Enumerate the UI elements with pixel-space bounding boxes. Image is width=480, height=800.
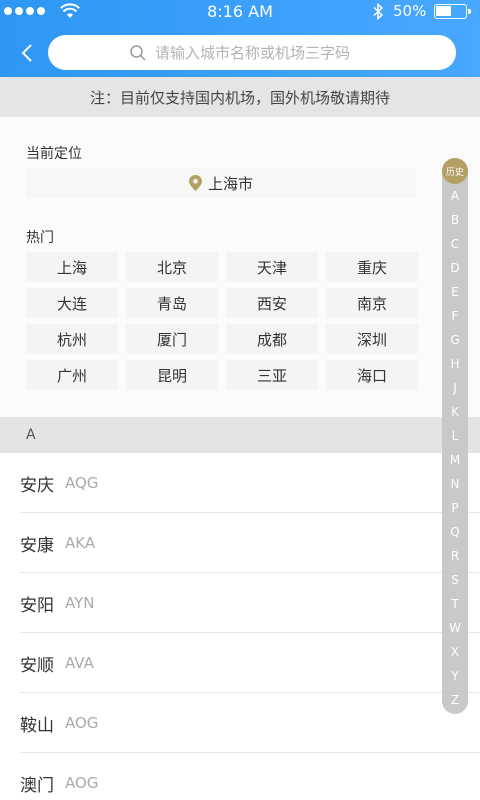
airport-name: 安康 xyxy=(20,535,54,556)
hot-city-button[interactable]: 海口 xyxy=(326,360,418,390)
hot-city-button[interactable]: 重庆 xyxy=(326,252,418,282)
hot-city-button[interactable]: 西安 xyxy=(226,288,318,318)
index-letter[interactable]: F xyxy=(442,304,468,328)
header-bar: 8:16 AM 50% xyxy=(0,0,480,77)
index-letter[interactable]: W xyxy=(442,616,468,640)
airport-name: 安顺 xyxy=(20,655,54,676)
group-header-a: A xyxy=(0,417,480,453)
hot-city-button[interactable]: 南京 xyxy=(326,288,418,318)
hot-city-button[interactable]: 昆明 xyxy=(126,360,218,390)
status-bar: 8:16 AM 50% xyxy=(0,0,480,24)
index-letter[interactable]: E xyxy=(442,280,468,304)
index-letter[interactable]: H xyxy=(442,352,468,376)
airport-row[interactable]: 安康 AKA xyxy=(0,513,480,573)
search-box[interactable] xyxy=(48,35,456,70)
airport-row[interactable]: 安阳 AYN xyxy=(0,573,480,633)
index-letter[interactable]: K xyxy=(442,400,468,424)
hot-city-button[interactable]: 上海 xyxy=(26,252,118,282)
index-letter[interactable]: G xyxy=(442,328,468,352)
hot-city-button[interactable]: 大连 xyxy=(26,288,118,318)
airport-code: AOG xyxy=(65,714,99,732)
airport-name: 安阳 xyxy=(20,595,54,616)
index-letter[interactable]: A xyxy=(442,184,468,208)
index-letter[interactable]: X xyxy=(442,640,468,664)
index-letter[interactable]: Q xyxy=(442,520,468,544)
index-letter[interactable]: M xyxy=(442,448,468,472)
hot-city-button[interactable]: 广州 xyxy=(26,360,118,390)
airport-code: AOG xyxy=(65,774,99,792)
index-history-button[interactable]: 历史 xyxy=(442,158,468,184)
current-location-button[interactable]: 上海市 xyxy=(26,168,416,198)
notice-banner: 注：目前仅支持国内机场，国外机场敬请期待 xyxy=(0,77,480,117)
airport-code: AQG xyxy=(65,474,99,492)
hot-city-button[interactable]: 成都 xyxy=(226,324,318,354)
hot-city-button[interactable]: 厦门 xyxy=(126,324,218,354)
index-letter[interactable]: L xyxy=(442,424,468,448)
airport-name: 安庆 xyxy=(20,475,54,496)
index-letter[interactable]: J xyxy=(442,376,468,400)
chevron-left-icon xyxy=(21,44,32,62)
index-letter[interactable]: P xyxy=(442,496,468,520)
hot-city-button[interactable]: 北京 xyxy=(126,252,218,282)
hot-city-button[interactable]: 三亚 xyxy=(226,360,318,390)
airport-code: AYN xyxy=(65,594,95,612)
search-icon xyxy=(130,44,146,61)
index-letter[interactable]: Y xyxy=(442,664,468,688)
current-location-city: 上海市 xyxy=(207,174,253,193)
bluetooth-icon xyxy=(373,3,384,20)
airport-row[interactable]: 安庆 AQG xyxy=(0,453,480,513)
airport-name: 鞍山 xyxy=(20,715,54,736)
hot-city-button[interactable]: 深圳 xyxy=(326,324,418,354)
airport-list: 安庆 AQG 安康 AKA 安阳 AYN 安顺 AVA 鞍山 AOG 澳门 AO… xyxy=(0,453,480,800)
hot-cities-label: 热门 xyxy=(26,230,54,246)
index-letter[interactable]: B xyxy=(442,208,468,232)
battery-percent: 50% xyxy=(393,2,427,20)
current-location-label: 当前定位 xyxy=(26,146,82,162)
index-letter[interactable]: D xyxy=(442,256,468,280)
airport-row[interactable]: 鞍山 AOG xyxy=(0,693,480,753)
alphabet-index-bar[interactable]: 历史 A B C D E F G H J K L M N P Q R S T W… xyxy=(442,158,468,714)
index-letter[interactable]: N xyxy=(442,472,468,496)
airport-row[interactable]: 澳门 AOG xyxy=(0,753,480,800)
airport-code: AKA xyxy=(65,534,96,552)
index-letter[interactable]: S xyxy=(442,568,468,592)
location-pin-icon xyxy=(188,175,202,191)
search-input[interactable] xyxy=(155,43,375,62)
index-letter[interactable]: R xyxy=(442,544,468,568)
airport-name: 澳门 xyxy=(20,775,54,796)
airport-row[interactable]: 安顺 AVA xyxy=(0,633,480,693)
index-letter[interactable]: T xyxy=(442,592,468,616)
back-button[interactable] xyxy=(12,38,42,68)
hot-cities-grid: 上海 北京 天津 重庆 大连 青岛 西安 南京 杭州 厦门 成都 深圳 广州 昆… xyxy=(26,252,418,390)
battery-icon xyxy=(434,4,471,19)
hot-city-button[interactable]: 青岛 xyxy=(126,288,218,318)
airport-code: AVA xyxy=(65,654,94,672)
hot-city-button[interactable]: 杭州 xyxy=(26,324,118,354)
index-letter[interactable]: C xyxy=(442,232,468,256)
hot-city-button[interactable]: 天津 xyxy=(226,252,318,282)
index-letter[interactable]: Z xyxy=(442,688,468,712)
